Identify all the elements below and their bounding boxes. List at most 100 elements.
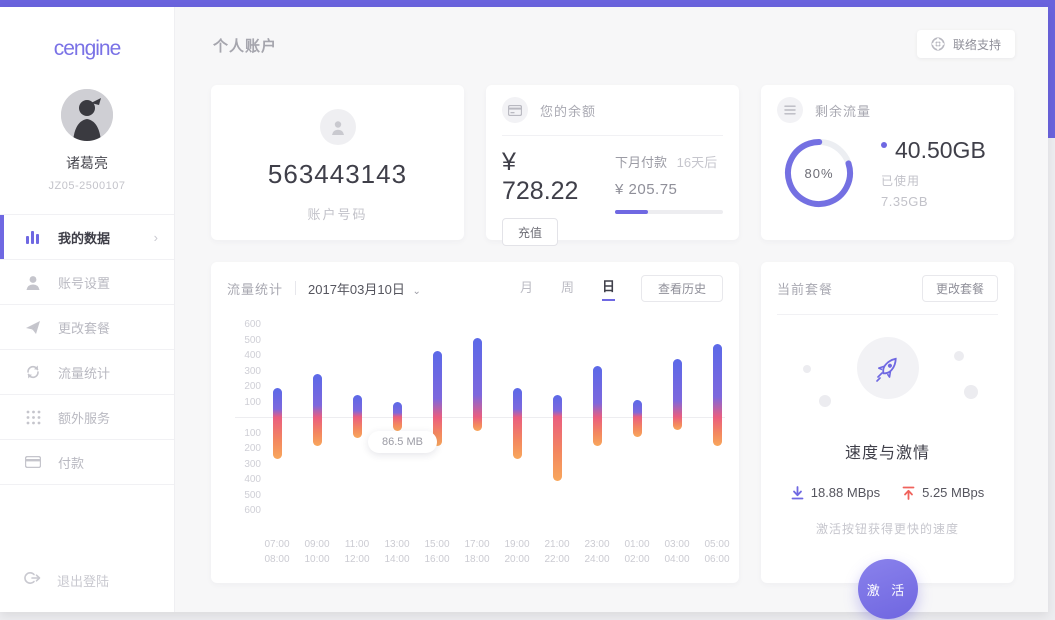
selected-date: 2017年03月10日 xyxy=(308,282,405,297)
activate-button[interactable]: 激 活 xyxy=(858,559,918,619)
top-accent-bar xyxy=(0,0,1055,7)
x-axis-tick: 15:0016:00 xyxy=(415,537,459,567)
balance-amount: ¥ 728.22 xyxy=(502,148,593,206)
deco-dot xyxy=(803,365,811,373)
activate-hint: 激活按钮获得更快的速度 xyxy=(761,520,1014,537)
plan-name: 速度与激情 xyxy=(761,439,1014,463)
traffic-bar[interactable] xyxy=(473,338,482,431)
account-number-caption: 账户号码 xyxy=(211,204,464,223)
divider xyxy=(777,314,998,315)
next-payment-amount: ¥ 205.75 xyxy=(615,181,723,198)
sidebar-item-label: 更改套餐 xyxy=(58,318,110,337)
account-card: 563443143 账户号码 xyxy=(211,85,464,240)
chart-title: 流量统计 xyxy=(227,279,283,298)
change-plan-button[interactable]: 更改套餐 xyxy=(922,275,998,302)
life-ring-icon xyxy=(931,37,945,51)
bar-chart-icon xyxy=(24,228,42,246)
recharge-button[interactable]: 充值 xyxy=(502,218,558,246)
payment-progress-bar xyxy=(615,210,723,214)
x-axis-tick: 11:0012:00 xyxy=(335,537,379,567)
traffic-bar[interactable] xyxy=(433,351,442,446)
user-icon xyxy=(24,273,42,291)
divider xyxy=(295,281,296,295)
deco-dot xyxy=(954,351,964,361)
y-axis-tick: 300 xyxy=(235,459,261,470)
x-axis-tick: 23:0024:00 xyxy=(575,537,619,567)
download-speed-value: 18.88 MBps xyxy=(811,485,880,500)
plan-card-title: 当前套餐 xyxy=(777,279,833,298)
traffic-bar[interactable] xyxy=(673,359,682,430)
tab-day[interactable]: 日 xyxy=(602,276,615,301)
chevron-right-icon: › xyxy=(154,230,158,245)
app-frame: cengine 诸葛亮 JZ05-2500107 我的数据 › xyxy=(0,0,1055,620)
main-content: 个人账户 联络支持 563443143 账户号码 xyxy=(175,7,1048,612)
payment-progress-fill xyxy=(615,210,648,214)
upload-speed: 5.25 MBps xyxy=(902,485,984,500)
page-title: 个人账户 xyxy=(213,35,277,56)
user-name: 诸葛亮 xyxy=(0,153,174,173)
contact-support-label: 联络支持 xyxy=(953,36,1001,53)
x-axis-tick: 19:0020:00 xyxy=(495,537,539,567)
menu-lines-icon xyxy=(777,97,803,123)
sidebar-item-label: 流量统计 xyxy=(58,363,110,382)
traffic-bar[interactable] xyxy=(513,388,522,459)
y-axis-tick: 200 xyxy=(235,443,261,454)
used-value: 7.35GB xyxy=(881,194,986,209)
x-axis-tick: 01:0002:00 xyxy=(615,537,659,567)
balance-card: 您的余额 ¥ 728.22 充值 下月付款 16天后 ¥ 205.75 xyxy=(486,85,739,240)
y-axis-tick: 500 xyxy=(235,490,261,501)
avatar[interactable] xyxy=(61,89,113,141)
sidebar-item-account-settings[interactable]: 账号设置 xyxy=(0,260,174,305)
traffic-bar[interactable] xyxy=(593,366,602,446)
traffic-bar[interactable] xyxy=(313,374,322,446)
view-history-button[interactable]: 查看历史 xyxy=(641,275,723,302)
y-axis-tick: 600 xyxy=(235,319,261,330)
traffic-bar[interactable] xyxy=(553,395,562,481)
upload-speed-value: 5.25 MBps xyxy=(922,485,984,500)
user-id: JZ05-2500107 xyxy=(0,180,174,192)
sidebar-menu: 我的数据 › 账号设置 更改套餐 xyxy=(0,214,174,485)
chart-tooltip: 86.5 MB xyxy=(368,431,437,453)
y-axis-tick: 500 xyxy=(235,335,261,346)
deco-dot xyxy=(964,385,978,399)
traffic-bar[interactable] xyxy=(713,344,722,446)
y-axis-tick: 600 xyxy=(235,505,261,516)
y-axis-tick: 400 xyxy=(235,474,261,485)
x-axis-tick: 09:0010:00 xyxy=(295,537,339,567)
x-axis-tick: 21:0022:00 xyxy=(535,537,579,567)
upload-icon xyxy=(902,486,915,500)
used-label: 已使用 xyxy=(881,172,986,189)
y-axis-tick: 200 xyxy=(235,381,261,392)
date-selector[interactable]: 2017年03月10日 ⌄ xyxy=(308,279,421,298)
credit-card-icon xyxy=(24,453,42,471)
traffic-chart-card: 流量统计 2017年03月10日 ⌄ 月 周 日 查看历史 600 500 400 3… xyxy=(211,262,739,583)
x-axis-tick: 17:0018:00 xyxy=(455,537,499,567)
avatar-photo xyxy=(61,89,113,141)
sidebar-item-change-plan[interactable]: 更改套餐 xyxy=(0,305,174,350)
logout-button[interactable]: 退出登陆 xyxy=(0,571,174,590)
wallet-icon xyxy=(502,97,528,123)
traffic-bar[interactable] xyxy=(633,400,642,437)
chevron-down-icon: ⌄ xyxy=(412,286,420,297)
right-accent-bar xyxy=(1048,0,1055,138)
traffic-bar[interactable] xyxy=(353,395,362,438)
sidebar-item-extra-services[interactable]: 额外服务 xyxy=(0,395,174,440)
logo: cengine xyxy=(0,37,174,61)
tab-month[interactable]: 月 xyxy=(520,277,533,300)
tab-week[interactable]: 周 xyxy=(561,277,574,300)
x-axis-tick: 05:0006:00 xyxy=(695,537,739,567)
traffic-bar[interactable] xyxy=(393,402,402,431)
bullet-dot-icon xyxy=(881,142,887,148)
download-speed: 18.88 MBps xyxy=(791,485,880,500)
dashboard-sheet: cengine 诸葛亮 JZ05-2500107 我的数据 › xyxy=(0,7,1048,612)
logout-label: 退出登陆 xyxy=(57,571,109,590)
traffic-bar[interactable] xyxy=(273,388,282,459)
y-axis-tick: 300 xyxy=(235,366,261,377)
x-axis-tick: 07:0008:00 xyxy=(255,537,299,567)
plot-area: 60050040030020010010020030040050060007:0… xyxy=(235,324,739,574)
contact-support-button[interactable]: 联络支持 xyxy=(917,30,1015,58)
balance-card-title: 您的余额 xyxy=(540,101,596,120)
sidebar-item-payment[interactable]: 付款 xyxy=(0,440,174,485)
sidebar-item-my-data[interactable]: 我的数据 › xyxy=(0,215,174,260)
sidebar-item-traffic-stats[interactable]: 流量统计 xyxy=(0,350,174,395)
